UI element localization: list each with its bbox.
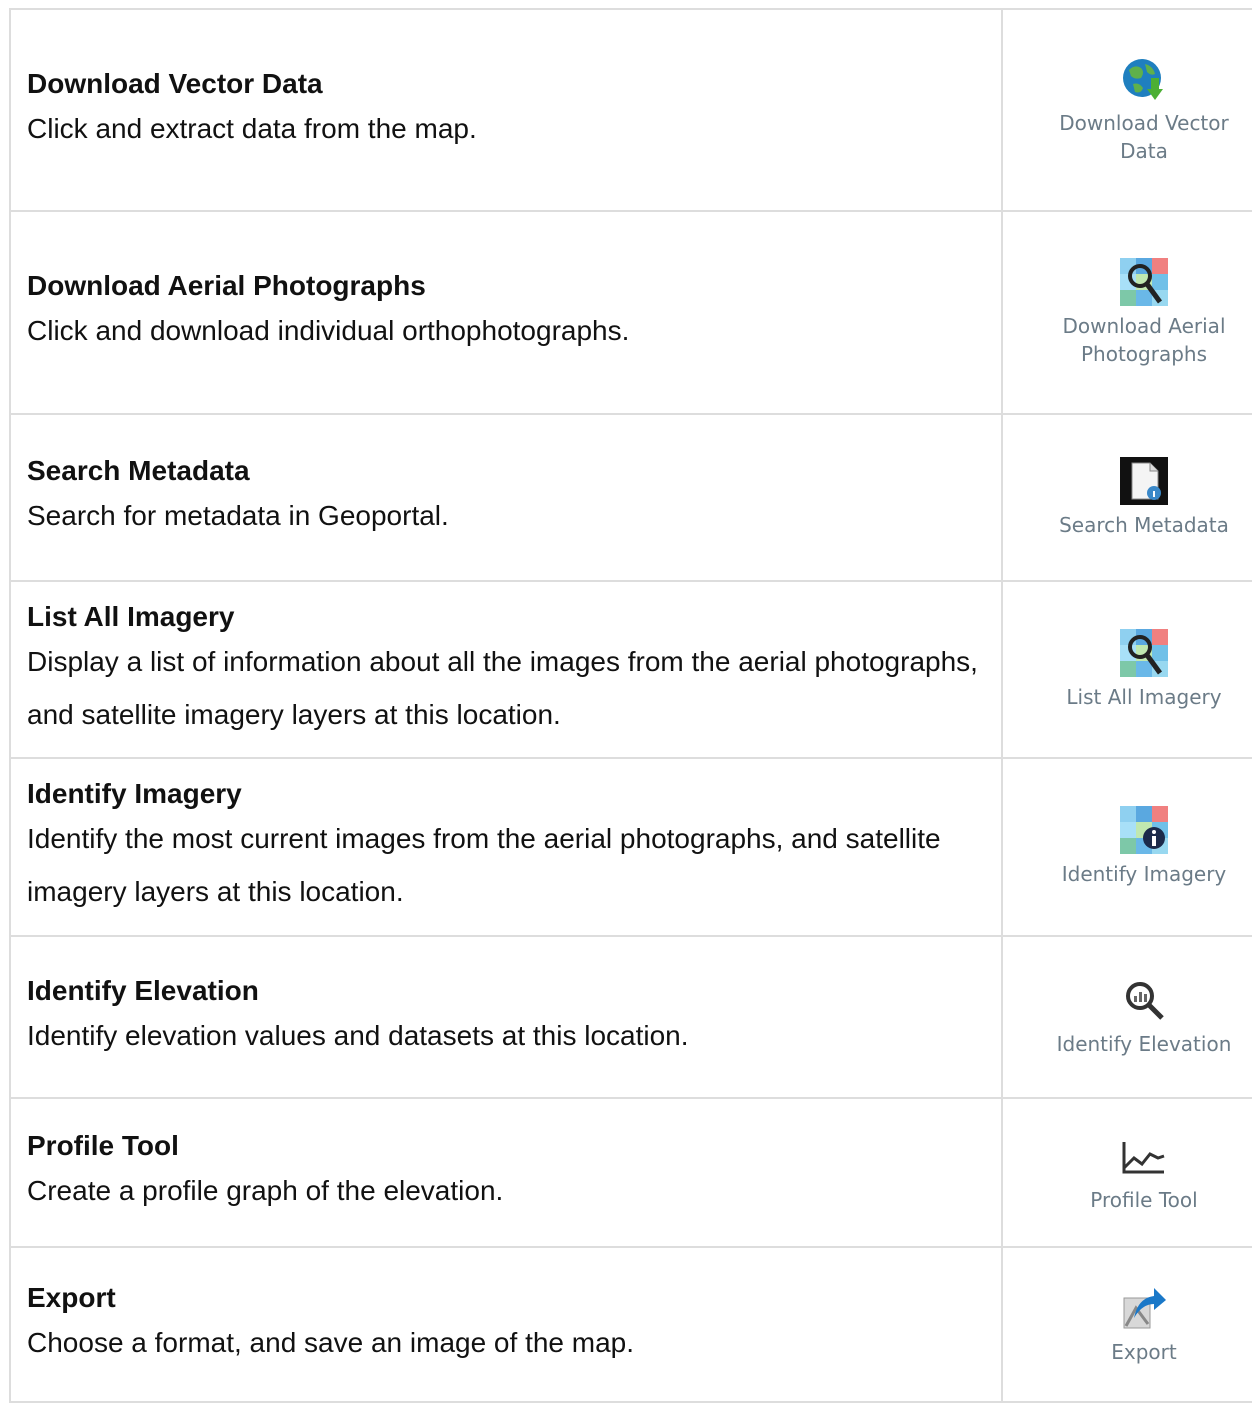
description-cell: Search Metadata Search for metadata in G… xyxy=(9,413,1003,582)
tool-label: Identify Elevation xyxy=(1056,1032,1232,1056)
tool-cell: Download Aerial Photographs xyxy=(1001,210,1252,415)
document-search-icon xyxy=(1120,456,1168,505)
table-row: Search Metadata Search for metadata in G… xyxy=(9,413,1252,582)
row-description: Create a profile graph of the elevation. xyxy=(27,1175,504,1206)
tool-cell: List All Imagery xyxy=(1001,580,1252,759)
profile-graph-icon xyxy=(1120,1132,1168,1180)
row-title: Profile Tool xyxy=(27,1130,179,1161)
row-title: Download Aerial Photographs xyxy=(27,270,426,301)
row-description: Identify the most current images from th… xyxy=(27,823,941,907)
tools-table: Download Vector Data Click and extract d… xyxy=(9,8,1252,1403)
table-row: List All Imagery Display a list of infor… xyxy=(9,580,1252,759)
description-cell: Identify Elevation Identify elevation va… xyxy=(9,935,1003,1099)
tool-cell: Identify Imagery xyxy=(1001,757,1252,937)
table-row: Identify Imagery Identify the most curre… xyxy=(9,757,1252,937)
description-cell: Download Vector Data Click and extract d… xyxy=(9,8,1003,212)
tool-cell: Search Metadata xyxy=(1001,413,1252,582)
description-cell: Download Aerial Photographs Click and do… xyxy=(9,210,1003,415)
aerial-search-icon xyxy=(1120,257,1168,306)
download-vector-data-button[interactable]: Download Vector Data xyxy=(1003,55,1252,165)
row-description: Choose a format, and save an image of th… xyxy=(27,1327,635,1358)
table-row: Profile Tool Create a profile graph of t… xyxy=(9,1097,1252,1248)
profile-tool-button[interactable]: Profile Tool xyxy=(1003,1132,1252,1214)
row-title: Download Vector Data xyxy=(27,67,323,99)
description-cell: Profile Tool Create a profile graph of t… xyxy=(9,1097,1003,1248)
tool-label: Profile Tool xyxy=(1090,1187,1198,1212)
table-row: Download Vector Data Click and extract d… xyxy=(9,8,1252,212)
table-row: Identify Elevation Identify elevation va… xyxy=(9,935,1252,1099)
row-description: Search for metadata in Geoportal. xyxy=(27,500,449,531)
tool-label: Export xyxy=(1111,1339,1177,1364)
description-cell: Export Choose a format, and save an imag… xyxy=(9,1246,1003,1403)
tool-cell: Download Vector Data xyxy=(1001,8,1252,212)
tool-label: Identify Imagery xyxy=(1061,862,1227,886)
row-title: List All Imagery xyxy=(27,600,235,632)
row-title: Search Metadata xyxy=(27,455,250,486)
elevation-search-icon xyxy=(1120,976,1168,1024)
table-row: Download Aerial Photographs Click and do… xyxy=(9,210,1252,415)
description-cell: Identify Imagery Identify the most curre… xyxy=(9,757,1003,937)
row-description: Click and extract data from the map. xyxy=(27,112,477,144)
download-aerial-photographs-button[interactable]: Download Aerial Photographs xyxy=(1003,257,1252,368)
tool-cell: Identify Elevation xyxy=(1001,935,1252,1099)
globe-download-icon xyxy=(1120,55,1168,103)
row-description: Display a list of information about all … xyxy=(27,645,978,730)
tool-cell: Export xyxy=(1001,1246,1252,1403)
tool-label: Download Vector Data xyxy=(1059,111,1229,163)
row-description: Click and download individual orthophoto… xyxy=(27,315,630,346)
row-title: Export xyxy=(27,1282,116,1313)
identify-imagery-button[interactable]: Identify Imagery xyxy=(1003,806,1252,888)
imagery-info-icon xyxy=(1120,806,1168,854)
tool-label: Search Metadata xyxy=(1059,512,1229,537)
imagery-search-icon xyxy=(1120,628,1168,677)
tool-label: Download Aerial Photographs xyxy=(1062,313,1226,366)
table-row: Export Choose a format, and save an imag… xyxy=(9,1246,1252,1403)
tool-label: List All Imagery xyxy=(1066,684,1222,709)
row-title: Identify Imagery xyxy=(27,778,242,809)
tool-cell: Profile Tool xyxy=(1001,1097,1252,1248)
description-cell: List All Imagery Display a list of infor… xyxy=(9,580,1003,759)
identify-elevation-button[interactable]: Identify Elevation xyxy=(1003,976,1252,1058)
export-arrow-icon xyxy=(1120,1284,1168,1332)
export-button[interactable]: Export xyxy=(1003,1284,1252,1366)
row-description: Identify elevation values and datasets a… xyxy=(27,1019,689,1051)
search-metadata-button[interactable]: Search Metadata xyxy=(1003,456,1252,539)
row-title: Identify Elevation xyxy=(27,974,259,1006)
list-all-imagery-button[interactable]: List All Imagery xyxy=(1003,628,1252,711)
